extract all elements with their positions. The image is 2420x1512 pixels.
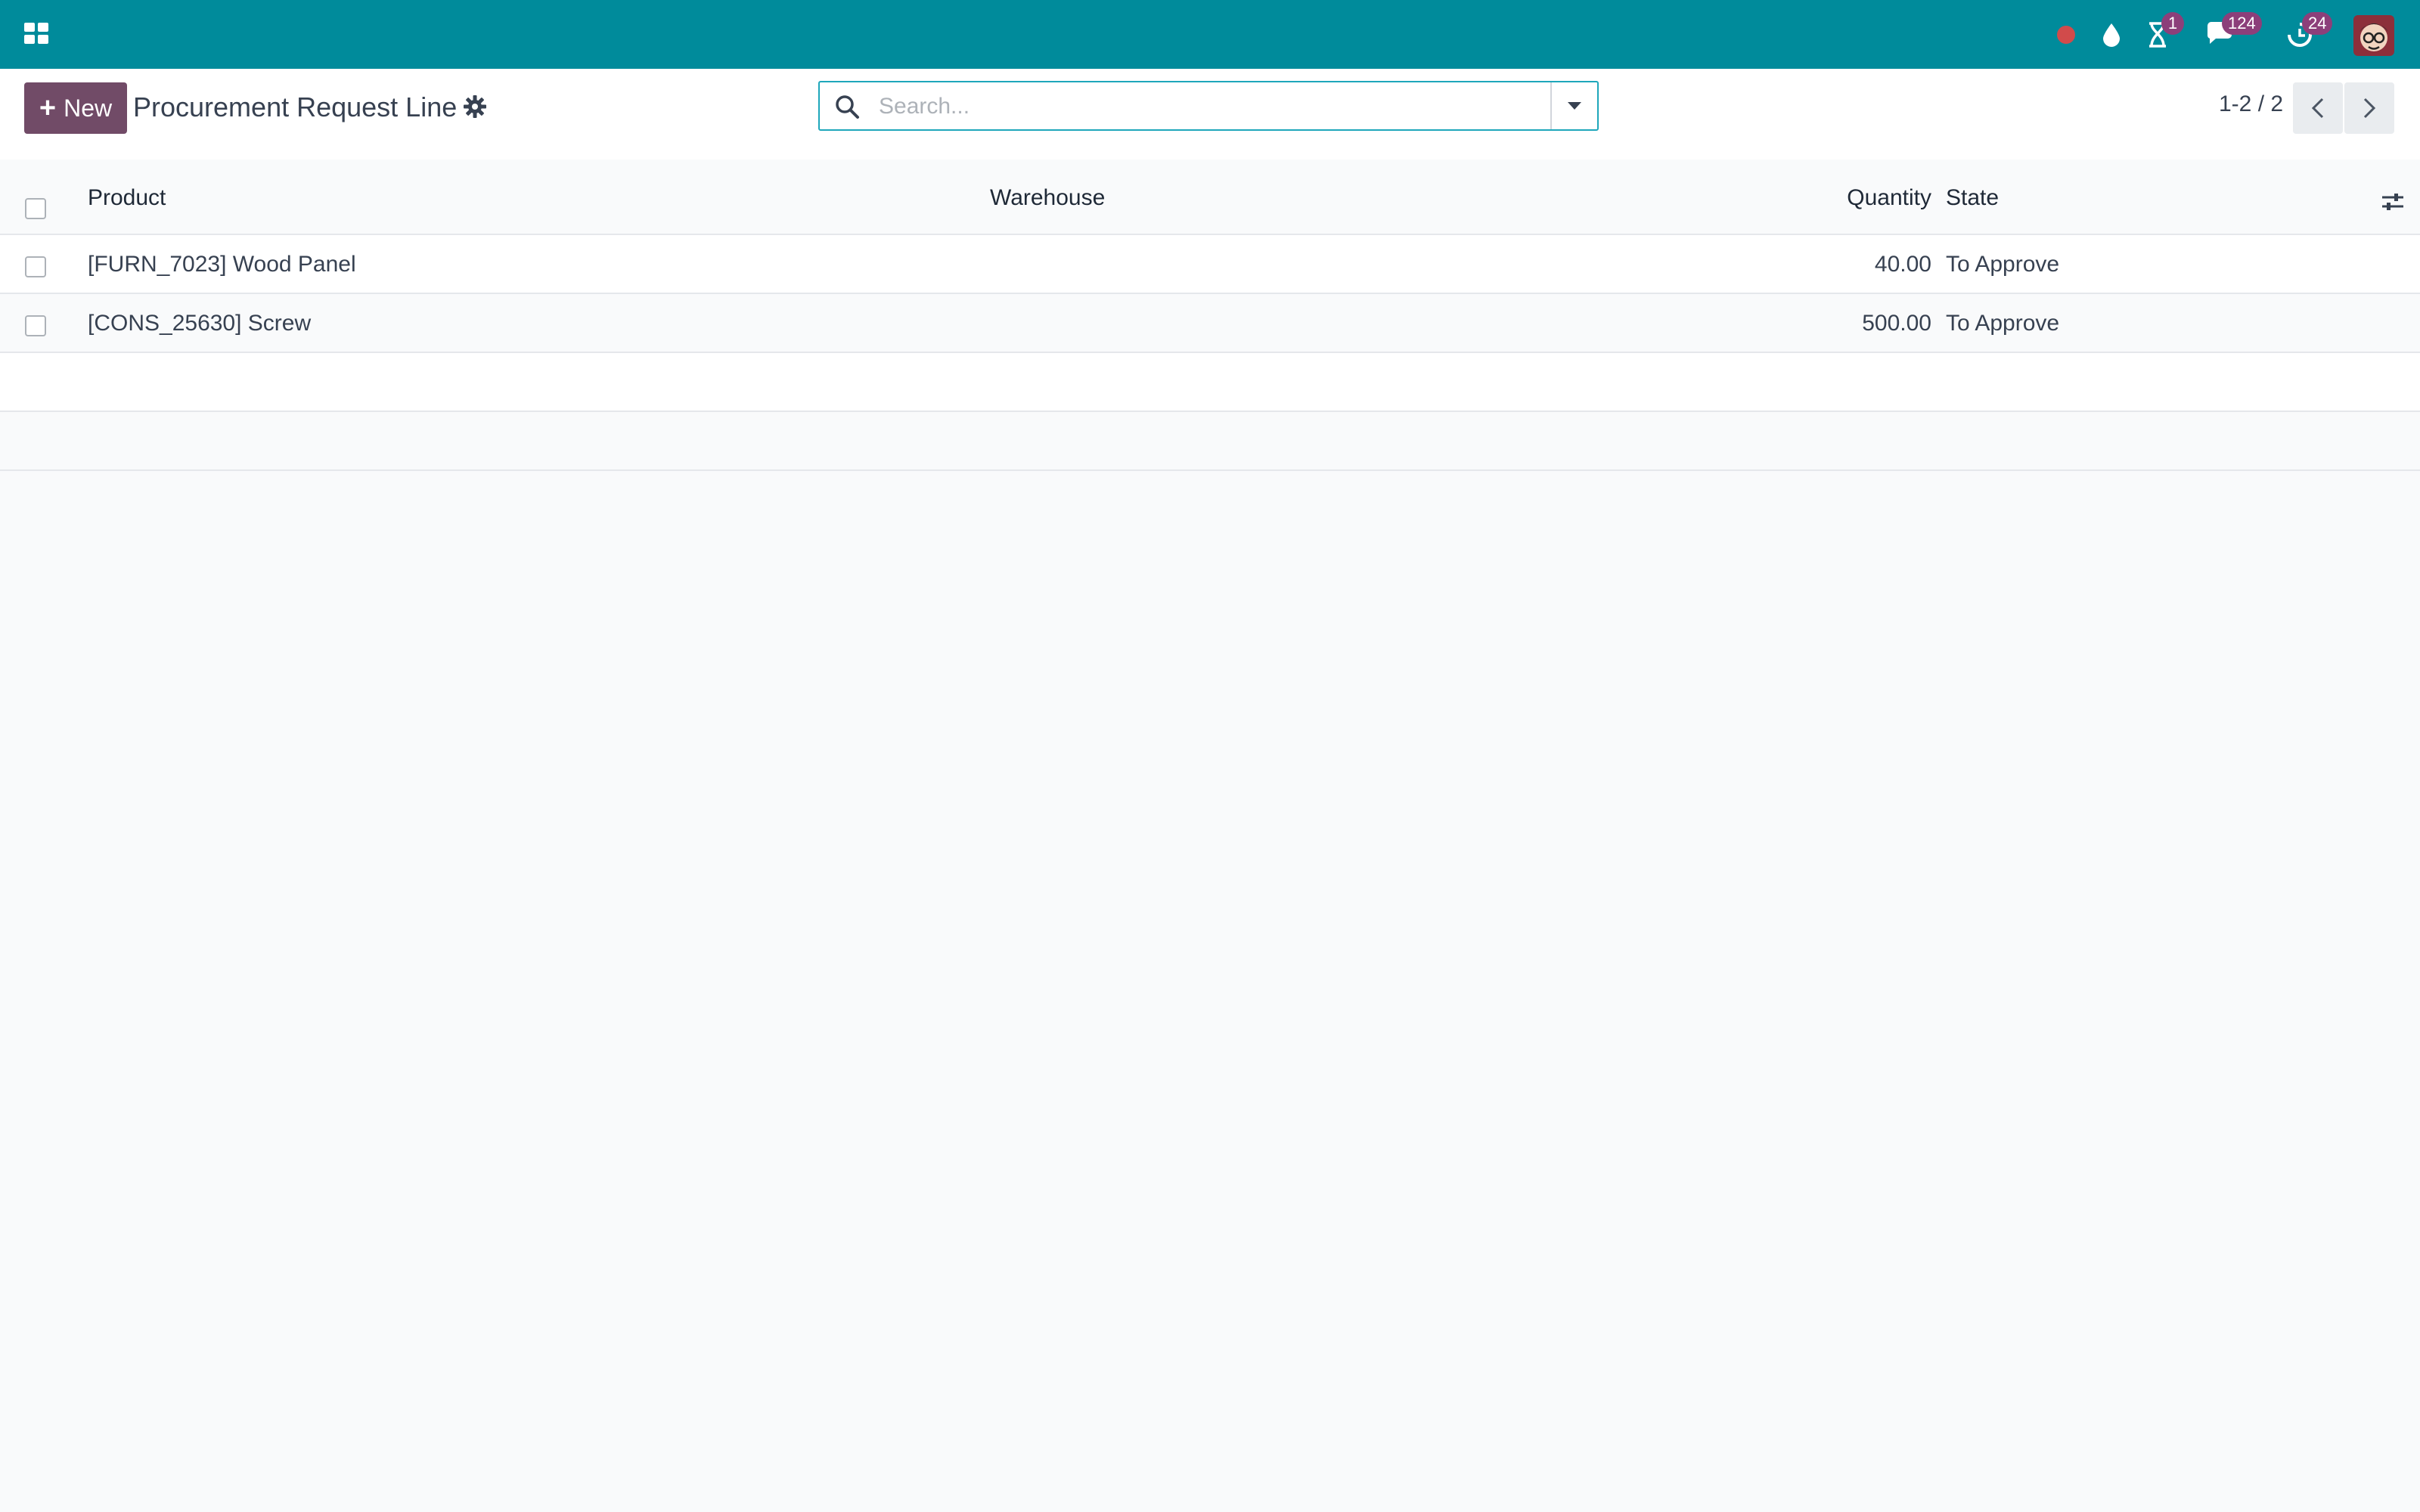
empty-row	[0, 353, 2420, 412]
row-checkbox[interactable]	[25, 315, 46, 336]
messages-badge: 124	[2222, 12, 2262, 35]
search-input[interactable]	[877, 88, 1576, 125]
search-options-toggle[interactable]	[1550, 82, 1597, 129]
messages-chat-icon[interactable]: 124	[2199, 0, 2262, 69]
row-checkbox[interactable]	[25, 256, 46, 277]
pager-value[interactable]: 1-2 / 2	[2219, 91, 2283, 117]
row-quantity: 500.00	[1862, 311, 1931, 336]
row-state: To Approve	[1946, 252, 2060, 277]
table-row[interactable]: [FURN_7023] Wood Panel 40.00 To Approve	[0, 235, 2420, 294]
column-header-product[interactable]: Product	[88, 185, 166, 211]
list-header: Product Warehouse Quantity State	[0, 160, 2420, 235]
top-navbar: 1 124 24	[0, 0, 2420, 69]
activity-badge: 1	[2161, 12, 2184, 35]
column-options-icon[interactable]	[2381, 190, 2405, 214]
new-button[interactable]: + New	[24, 82, 127, 134]
activity-hourglass-icon[interactable]: 1	[2139, 0, 2184, 69]
pager-previous-button[interactable]	[2293, 82, 2343, 134]
page-title: Procurement Request Line	[133, 91, 458, 122]
search-icon[interactable]	[833, 93, 861, 120]
column-header-quantity[interactable]: Quantity	[1847, 185, 1931, 211]
column-header-state[interactable]: State	[1946, 185, 1999, 211]
empty-row	[0, 412, 2420, 471]
apps-menu-icon[interactable]	[23, 20, 50, 47]
pager-next-button[interactable]	[2344, 82, 2394, 134]
column-header-warehouse[interactable]: Warehouse	[990, 185, 1105, 211]
status-dot-icon[interactable]	[2051, 0, 2081, 69]
new-button-label: New	[64, 94, 113, 122]
caret-down-icon	[1568, 102, 1581, 110]
table-row[interactable]: [CONS_25630] Screw 500.00 To Approve	[0, 294, 2420, 353]
clock-badge: 24	[2302, 12, 2333, 35]
chevron-left-icon	[2311, 98, 2324, 119]
row-product: [CONS_25630] Screw	[88, 311, 312, 336]
row-state: To Approve	[1946, 311, 2060, 336]
plus-icon: +	[39, 92, 57, 124]
gear-icon[interactable]	[463, 94, 487, 119]
select-all-checkbox[interactable]	[25, 198, 46, 219]
user-avatar[interactable]	[2353, 15, 2394, 56]
chevron-right-icon	[2363, 98, 2376, 119]
control-panel: + New Procurement Request Line Search...…	[0, 69, 2420, 161]
list-view: Product Warehouse Quantity State [FURN_7…	[0, 160, 2420, 471]
clock-activity-icon[interactable]: 24	[2281, 0, 2333, 69]
row-quantity: 40.00	[1874, 252, 1931, 277]
row-product: [FURN_7023] Wood Panel	[88, 252, 356, 277]
search-bar	[818, 81, 1599, 131]
droplet-icon[interactable]	[2095, 0, 2128, 69]
